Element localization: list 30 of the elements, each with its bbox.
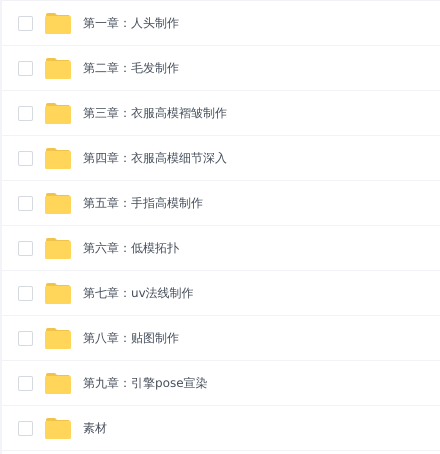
folder-icon (45, 58, 71, 78)
folder-name[interactable]: 第五章：手指高模制作 (83, 194, 203, 212)
checkbox[interactable] (18, 420, 33, 436)
folder-icon (45, 12, 71, 34)
folder-name[interactable]: 第七章：uv法线制作 (83, 284, 194, 302)
folder-name[interactable]: 第六章：低模拓扑 (83, 240, 179, 256)
checkbox[interactable] (18, 376, 33, 390)
checkbox[interactable] (18, 330, 33, 346)
folder-name[interactable]: 第四章：衣服高模细节深入 (83, 150, 227, 166)
checkbox[interactable] (18, 286, 33, 300)
folder-icon (45, 282, 71, 304)
checkbox[interactable] (18, 150, 33, 166)
folder-icon (45, 148, 71, 168)
folder-icon (45, 418, 71, 438)
folder-name[interactable]: 第九章：引擎pose宣染 (83, 374, 208, 392)
checkbox[interactable] (18, 196, 33, 210)
folder-icon (45, 238, 71, 258)
folder-icon (45, 192, 71, 214)
folder-name[interactable]: 第三章：衣服高模褶皱制作 (83, 104, 227, 122)
folder-icon (45, 372, 71, 394)
folder-icon (45, 102, 71, 124)
folder-name[interactable]: 素材 (83, 420, 107, 436)
folder-name[interactable]: 第二章：毛发制作 (83, 60, 179, 76)
folder-name[interactable]: 第八章：贴图制作 (83, 330, 179, 346)
checkbox[interactable] (18, 16, 33, 30)
checkbox[interactable] (18, 240, 33, 256)
folder-name[interactable]: 第一章：人头制作 (83, 14, 179, 32)
folder-icon (45, 328, 71, 348)
checkbox[interactable] (18, 60, 33, 76)
checkbox[interactable] (18, 106, 33, 120)
